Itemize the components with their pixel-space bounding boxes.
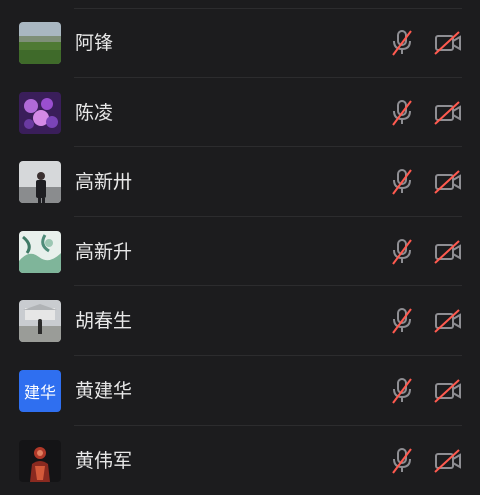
camera-off-icon[interactable]	[434, 240, 462, 264]
mic-muted-icon[interactable]	[390, 447, 414, 475]
camera-off-icon[interactable]	[434, 379, 462, 403]
mic-muted-icon[interactable]	[390, 29, 414, 57]
camera-off-icon[interactable]	[434, 309, 462, 334]
camera-off-icon[interactable]	[434, 31, 462, 55]
participant-name: 黄伟军	[75, 449, 133, 472]
participant-name: 胡春生	[75, 310, 133, 333]
participant-row[interactable]: 陈凌	[0, 78, 480, 148]
mic-muted-icon[interactable]	[390, 377, 414, 405]
mic-muted-icon[interactable]	[390, 168, 414, 196]
avatar	[19, 91, 61, 134]
avatar	[19, 439, 61, 482]
mic-muted-icon[interactable]	[390, 99, 414, 127]
participant-name: 高新升	[75, 240, 133, 263]
participant-name: 高新卅	[75, 171, 133, 194]
participant-row[interactable]: 黄伟军	[0, 426, 480, 495]
camera-off-icon[interactable]	[434, 170, 462, 194]
mic-muted-icon[interactable]	[390, 307, 414, 335]
camera-off-icon[interactable]	[434, 100, 462, 125]
avatar	[19, 22, 61, 64]
camera-off-icon[interactable]	[434, 448, 462, 473]
participant-row[interactable]: 高新升	[0, 217, 480, 287]
participant-list: 阿锋 陈凌 高新卅 高新升 胡春生 建华 黄建华 黄伟军	[0, 8, 480, 495]
avatar: 建华	[19, 369, 61, 412]
participant-row[interactable]: 阿锋	[0, 8, 480, 78]
participant-row[interactable]: 胡春生	[0, 286, 480, 356]
participant-name: 陈凌	[75, 101, 114, 124]
participant-row[interactable]: 建华 黄建华	[0, 356, 480, 426]
participant-name: 黄建华	[75, 379, 133, 402]
avatar	[19, 230, 61, 273]
mic-muted-icon[interactable]	[390, 238, 414, 266]
participant-name: 阿锋	[75, 32, 114, 54]
avatar	[19, 300, 61, 343]
participant-row[interactable]: 高新卅	[0, 147, 480, 217]
avatar	[19, 161, 61, 204]
